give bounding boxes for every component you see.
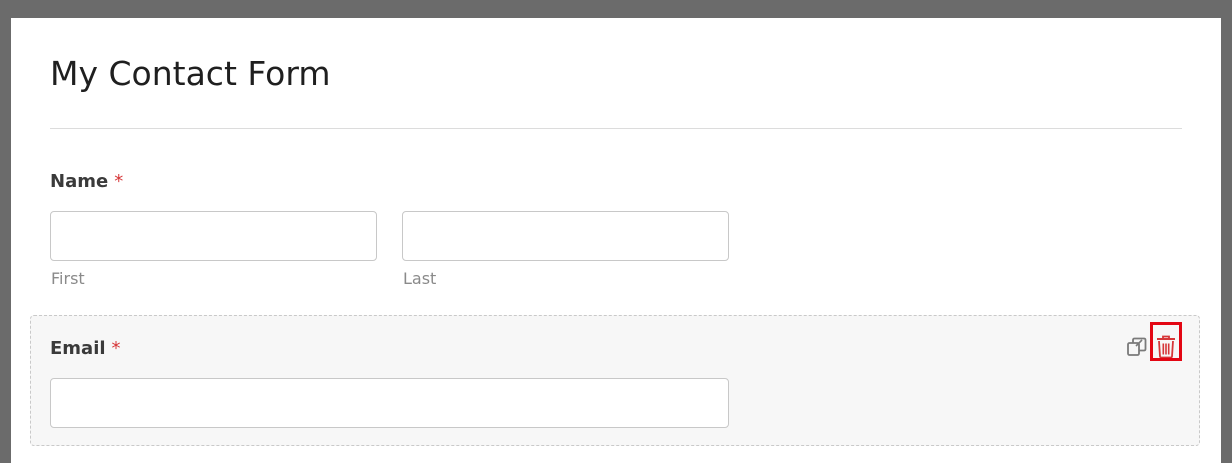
first-name-sublabel: First xyxy=(51,269,85,288)
title-divider xyxy=(50,128,1182,129)
email-field-label: Email * xyxy=(50,338,121,359)
email-input[interactable] xyxy=(50,378,729,428)
name-required-marker: * xyxy=(114,171,124,192)
delete-button-highlight xyxy=(1150,322,1182,361)
duplicate-icon xyxy=(1127,337,1147,356)
duplicate-field-button[interactable] xyxy=(1124,334,1150,360)
last-name-input[interactable] xyxy=(402,211,729,261)
name-label-text: Name xyxy=(50,171,109,192)
first-name-input[interactable] xyxy=(50,211,377,261)
form-title: My Contact Form xyxy=(50,54,331,93)
email-label-text: Email xyxy=(50,338,106,359)
form-builder-panel: My Contact Form Name * First Last Email * xyxy=(11,18,1221,463)
last-name-sublabel: Last xyxy=(403,269,437,288)
email-required-marker: * xyxy=(111,338,121,359)
name-field-label: Name * xyxy=(50,171,123,192)
